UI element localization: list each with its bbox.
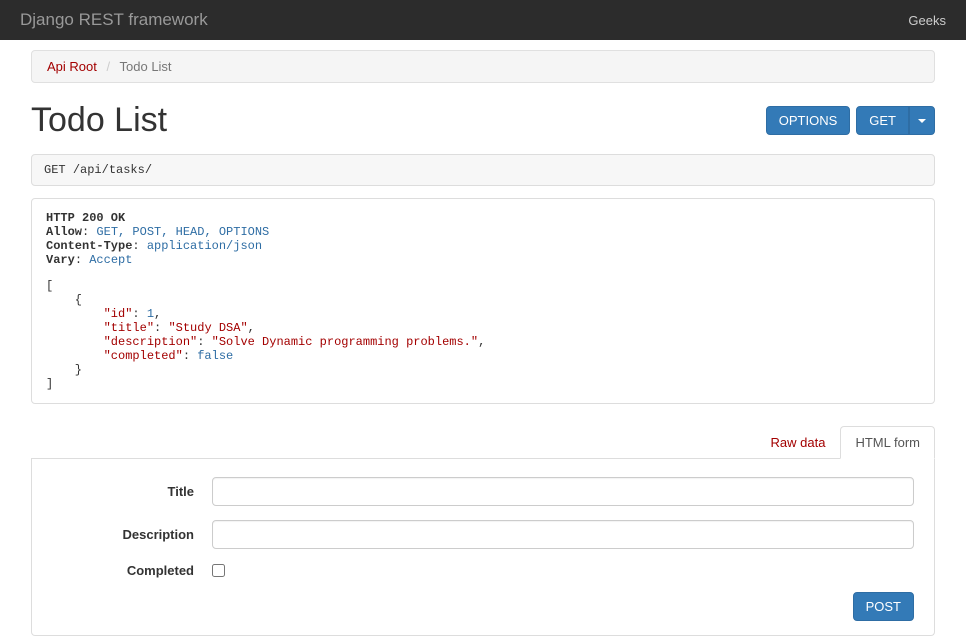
- tab-raw-data[interactable]: Raw data: [756, 426, 841, 459]
- breadcrumb-current: Todo List: [120, 59, 172, 74]
- form-actions: POST: [52, 592, 914, 621]
- form-tabs: Raw data HTML form: [31, 426, 935, 459]
- description-label: Description: [52, 527, 212, 542]
- response-meta: HTTP 200 OK Allow: GET, POST, HEAD, OPTI…: [46, 211, 920, 267]
- get-dropdown-button[interactable]: [909, 106, 935, 135]
- header-button-group: OPTIONS GET: [766, 106, 935, 135]
- page-title: Todo List: [31, 101, 167, 140]
- breadcrumb-sep: /: [101, 59, 117, 74]
- navbar-user[interactable]: Geeks: [908, 13, 946, 28]
- form-panel: Title Description Completed POST: [31, 459, 935, 636]
- response-status: HTTP 200 OK: [46, 211, 125, 225]
- completed-checkbox[interactable]: [212, 564, 225, 577]
- header-val-2: Accept: [89, 253, 132, 267]
- tab-html-form[interactable]: HTML form: [840, 426, 935, 459]
- options-button[interactable]: OPTIONS: [766, 106, 851, 135]
- request-method: GET: [44, 163, 66, 177]
- description-input[interactable]: [212, 520, 914, 549]
- completed-label: Completed: [52, 563, 212, 578]
- title-input[interactable]: [212, 477, 914, 506]
- header-key-2: Vary: [46, 253, 75, 267]
- title-label: Title: [52, 484, 212, 499]
- get-button-split: GET: [856, 106, 935, 135]
- request-info: GET /api/tasks/: [31, 154, 935, 186]
- response-body: [ { "id": 1, "title": "Study DSA", "desc…: [46, 279, 920, 391]
- form-row-title: Title: [52, 477, 914, 506]
- breadcrumb-root-link[interactable]: Api Root: [47, 59, 97, 74]
- navbar-brand[interactable]: Django REST framework: [20, 10, 208, 30]
- request-path: /api/tasks/: [73, 163, 152, 177]
- form-row-description: Description: [52, 520, 914, 549]
- response-panel: HTTP 200 OK Allow: GET, POST, HEAD, OPTI…: [31, 198, 935, 404]
- header-val-1: application/json: [147, 239, 262, 253]
- navbar: Django REST framework Geeks: [0, 0, 966, 40]
- get-button[interactable]: GET: [856, 106, 909, 135]
- chevron-down-icon: [918, 119, 926, 123]
- header-key-1: Content-Type: [46, 239, 132, 253]
- page-header: Todo List OPTIONS GET: [31, 101, 935, 140]
- form-row-completed: Completed: [52, 563, 914, 578]
- breadcrumb: Api Root / Todo List: [31, 50, 935, 83]
- header-key-0: Allow: [46, 225, 82, 239]
- header-val-0: GET, POST, HEAD, OPTIONS: [96, 225, 269, 239]
- post-button[interactable]: POST: [853, 592, 914, 621]
